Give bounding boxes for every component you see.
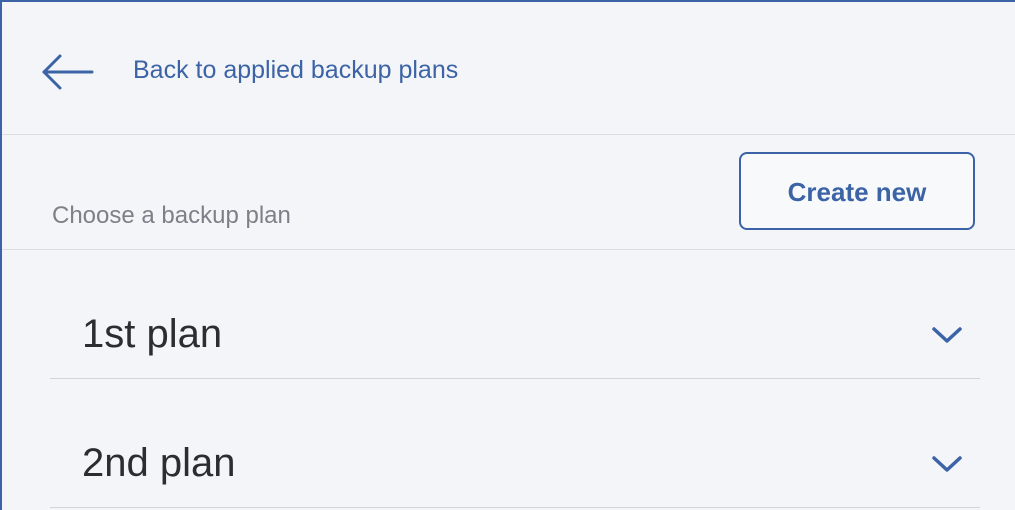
backup-plan-panel: Back to applied backup plans Choose a ba… <box>0 0 1015 510</box>
plan-row-2nd[interactable]: 2nd plan <box>50 379 980 508</box>
chevron-down-icon[interactable] <box>930 324 964 346</box>
plan-row-1st[interactable]: 1st plan <box>50 250 980 379</box>
plan-name: 2nd plan <box>82 441 236 485</box>
plan-name: 1st plan <box>82 312 223 356</box>
back-to-applied-plans-link[interactable]: Back to applied backup plans <box>2 2 1015 135</box>
chevron-down-icon[interactable] <box>930 453 964 475</box>
create-new-button[interactable]: Create new <box>739 152 975 230</box>
arrow-left-icon <box>40 52 94 92</box>
section-label: Choose a backup plan <box>52 202 291 229</box>
plan-toolbar: Choose a backup plan Create new <box>2 135 1015 250</box>
back-link-label: Back to applied backup plans <box>133 56 459 84</box>
